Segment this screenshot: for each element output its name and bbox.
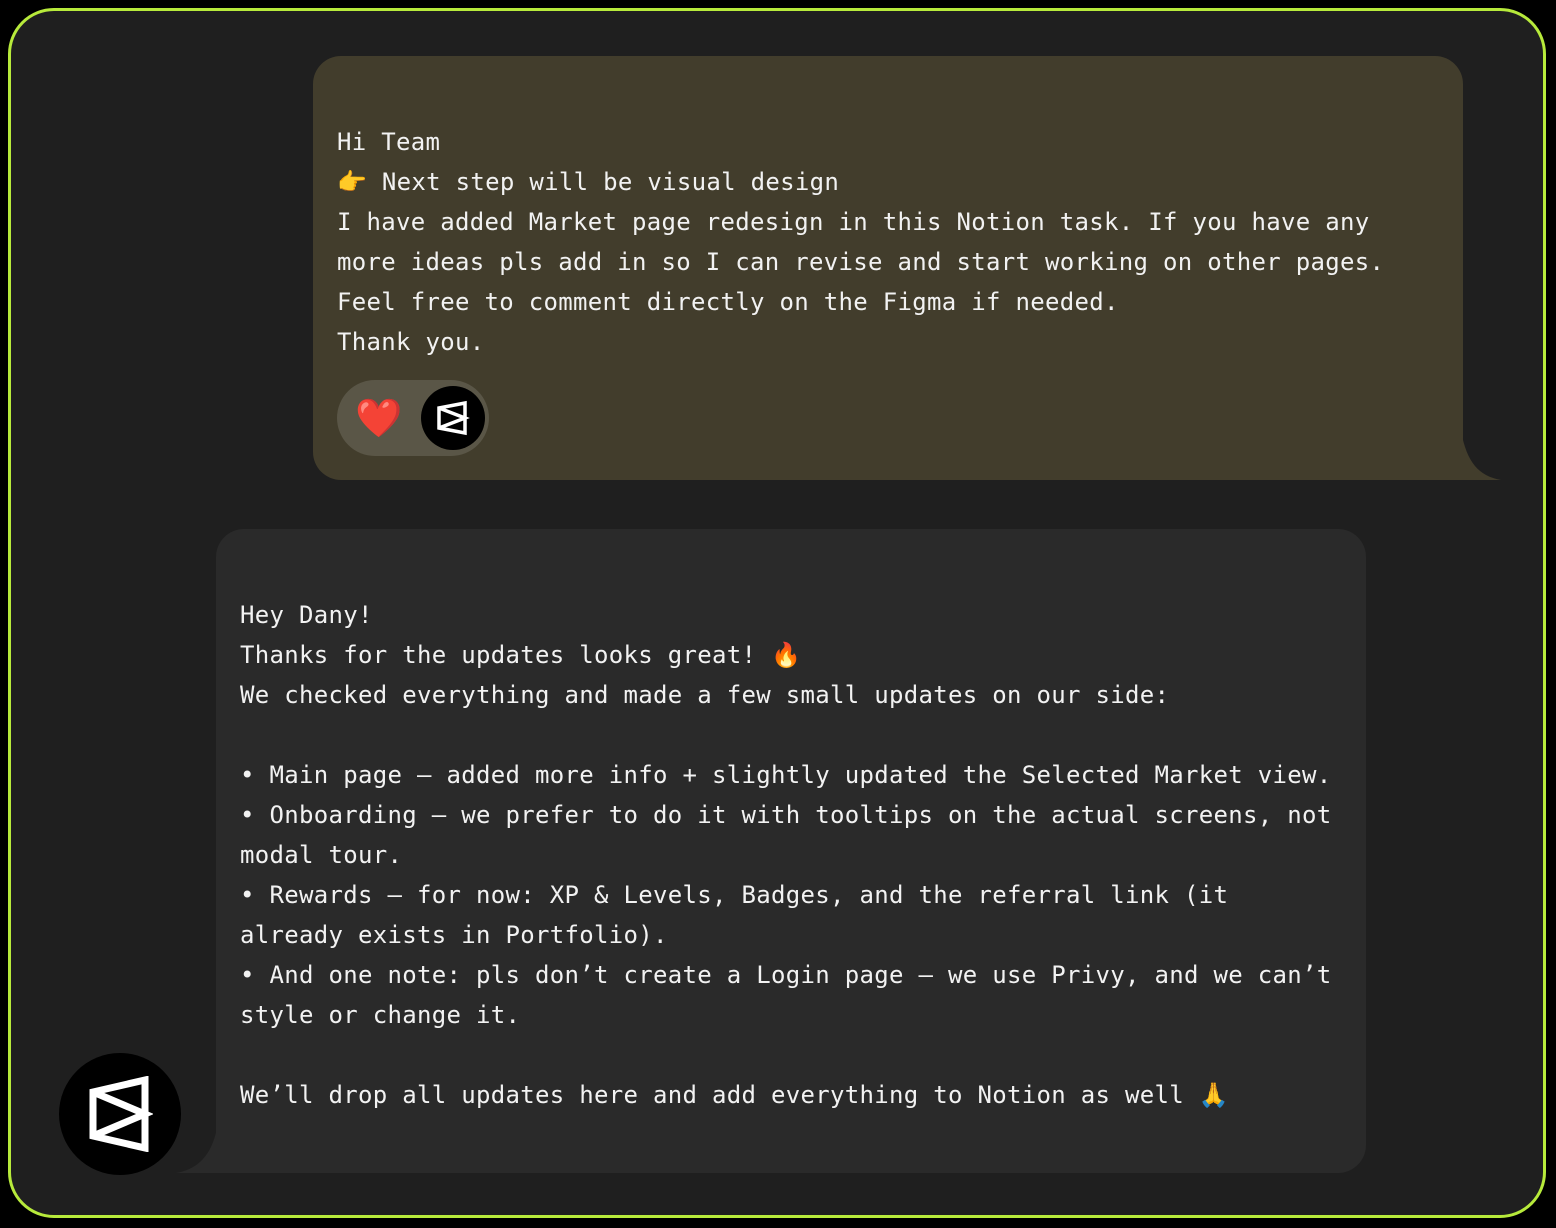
outgoing-message-bubble[interactable]: Hi Team 👉 Next step will be visual desig… (313, 56, 1463, 480)
incoming-message-text: Hey Dany! Thanks for the updates looks g… (240, 555, 1342, 1115)
message-line: • Onboarding — we prefer to do it with t… (240, 801, 1347, 869)
message-line: I have added Market page redesign in thi… (337, 208, 1385, 276)
incoming-message-bubble[interactable]: Hey Dany! Thanks for the updates looks g… (216, 529, 1366, 1173)
heart-reaction-icon[interactable]: ❤️ (355, 394, 403, 442)
message-line: 👉 Next step will be visual design (337, 168, 840, 196)
outgoing-message-text: Hi Team 👉 Next step will be visual desig… (337, 82, 1439, 362)
message-line: • Main page — added more info + slightly… (240, 761, 1332, 789)
message-line: Hi Team (337, 128, 441, 156)
message-line: Hey Dany! (240, 601, 373, 629)
chat-window: Hi Team 👉 Next step will be visual desig… (8, 8, 1546, 1218)
message-line: • Rewards — for now: XP & Levels, Badges… (240, 881, 1243, 949)
incoming-bubble-tail (176, 1124, 218, 1173)
message-line: We’ll drop all updates here and add ever… (240, 1081, 1229, 1109)
brand-logo-icon (437, 400, 470, 436)
sender-avatar[interactable] (59, 1053, 181, 1175)
outgoing-bubble-tail (1461, 431, 1501, 480)
brand-logo-icon (89, 1076, 153, 1152)
heart-emoji: ❤️ (355, 395, 403, 440)
message-line: Thank you. (337, 328, 485, 356)
reactions-bar[interactable]: ❤️ (337, 380, 489, 456)
message-line: • And one note: pls don’t create a Login… (240, 961, 1347, 1029)
message-line: Feel free to comment directly on the Fig… (337, 288, 1119, 316)
brand-logo-avatar[interactable] (421, 386, 485, 450)
message-line: We checked everything and made a few sma… (240, 681, 1170, 709)
message-line: Thanks for the updates looks great! 🔥 (240, 641, 802, 669)
